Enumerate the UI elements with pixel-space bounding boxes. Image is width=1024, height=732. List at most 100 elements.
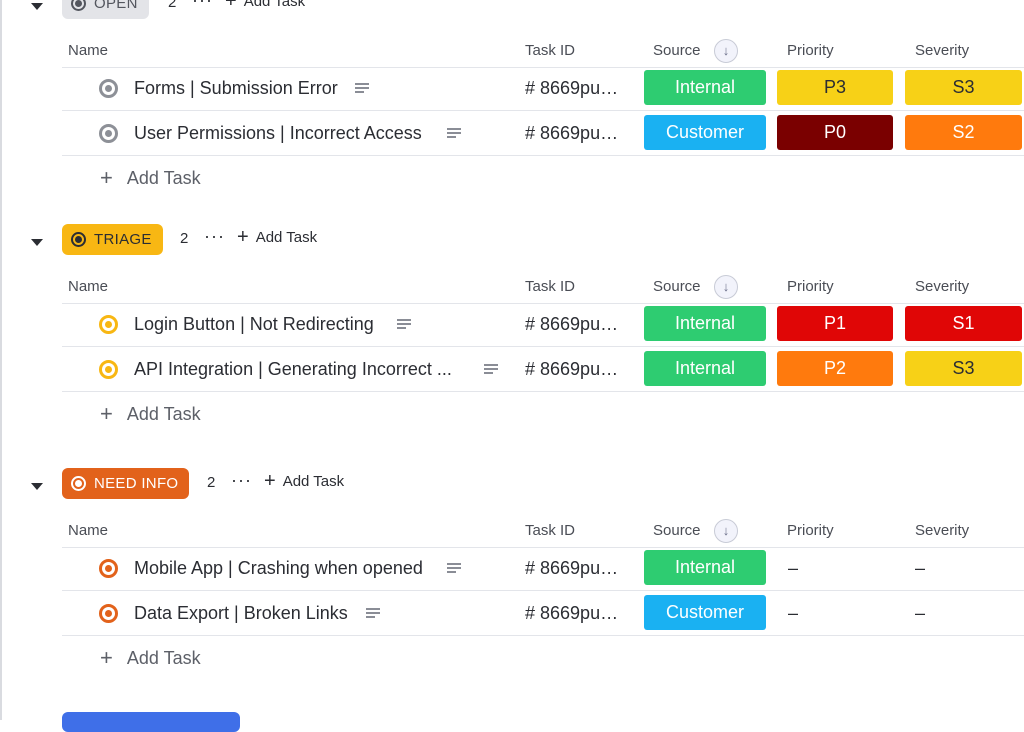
column-name[interactable]: Name <box>68 522 108 539</box>
next-status-pill[interactable] <box>62 712 240 732</box>
task-id[interactable]: # 8669pu… <box>525 359 618 380</box>
task-count: 2 <box>180 230 189 247</box>
column-name[interactable]: Name <box>68 278 108 295</box>
add-task-row[interactable]: + Add Task <box>100 643 201 673</box>
group-header: OPEN 2 ··· + Add Task <box>0 0 1024 28</box>
column-severity[interactable]: Severity <box>915 522 969 539</box>
add-task-label: Add Task <box>255 229 318 246</box>
source-chip[interactable]: Customer <box>644 115 766 150</box>
task-id[interactable]: # 8669pu… <box>525 558 618 579</box>
task-id[interactable]: # 8669pu… <box>525 603 618 624</box>
column-header-row: Name Task ID Source ↓ Priority Severity <box>62 33 1024 68</box>
status-ring-icon <box>71 476 86 491</box>
task-row[interactable]: Mobile App | Crashing when opened # 8669… <box>62 546 1024 591</box>
plus-icon: + <box>237 226 249 248</box>
arrow-down-icon[interactable]: ↓ <box>714 519 738 543</box>
arrow-down-icon[interactable]: ↓ <box>714 39 738 63</box>
column-priority[interactable]: Priority <box>787 522 834 539</box>
task-row[interactable]: User Permissions | Incorrect Access # 86… <box>62 111 1024 156</box>
status-pill[interactable]: OPEN <box>62 0 149 19</box>
status-circle-icon[interactable] <box>99 559 118 578</box>
column-source[interactable]: Source <box>653 522 701 539</box>
more-dots-icon[interactable]: ··· <box>231 470 252 491</box>
task-name[interactable]: Data Export | Broken Links <box>134 603 348 624</box>
source-chip[interactable]: Customer <box>644 595 766 630</box>
column-priority[interactable]: Priority <box>787 42 834 59</box>
task-id[interactable]: # 8669pu… <box>525 123 618 144</box>
add-task-label: Add Task <box>126 647 201 668</box>
column-task-id[interactable]: Task ID <box>525 278 575 295</box>
left-border <box>0 0 2 720</box>
description-lines-icon[interactable] <box>447 128 461 138</box>
add-task-button[interactable]: + Add Task <box>264 470 344 492</box>
task-name[interactable]: Login Button | Not Redirecting <box>134 314 374 335</box>
column-source[interactable]: Source <box>653 278 701 295</box>
status-ring-icon <box>71 0 86 11</box>
status-circle-icon[interactable] <box>99 315 118 334</box>
task-name[interactable]: Mobile App | Crashing when opened <box>134 558 423 579</box>
task-name[interactable]: User Permissions | Incorrect Access <box>134 123 422 144</box>
caret-down-icon[interactable] <box>31 483 43 490</box>
task-count: 2 <box>207 474 216 491</box>
task-row[interactable]: Data Export | Broken Links # 8669pu… Cus… <box>62 591 1024 636</box>
severity-chip[interactable]: S3 <box>905 351 1022 386</box>
task-row[interactable]: Login Button | Not Redirecting # 8669pu…… <box>62 302 1024 347</box>
severity-chip[interactable]: S2 <box>905 115 1022 150</box>
column-task-id[interactable]: Task ID <box>525 522 575 539</box>
task-row[interactable]: API Integration | Generating Incorrect .… <box>62 347 1024 392</box>
source-chip[interactable]: Internal <box>644 70 766 105</box>
column-name[interactable]: Name <box>68 42 108 59</box>
status-circle-icon[interactable] <box>99 124 118 143</box>
column-priority[interactable]: Priority <box>787 278 834 295</box>
column-severity[interactable]: Severity <box>915 42 969 59</box>
add-task-row[interactable]: + Add Task <box>100 399 201 429</box>
add-task-label: Add Task <box>126 403 201 424</box>
plus-icon: + <box>100 645 113 670</box>
description-lines-icon[interactable] <box>355 83 369 93</box>
caret-down-icon[interactable] <box>31 3 43 10</box>
priority-chip[interactable]: P1 <box>777 306 893 341</box>
column-task-id[interactable]: Task ID <box>525 42 575 59</box>
source-chip[interactable]: Internal <box>644 306 766 341</box>
task-id[interactable]: # 8669pu… <box>525 78 618 99</box>
severity-empty[interactable]: – <box>915 558 925 579</box>
priority-chip[interactable]: P2 <box>777 351 893 386</box>
source-chip[interactable]: Internal <box>644 351 766 386</box>
source-chip[interactable]: Internal <box>644 550 766 585</box>
caret-down-icon[interactable] <box>31 239 43 246</box>
column-source[interactable]: Source <box>653 42 701 59</box>
status-circle-icon[interactable] <box>99 604 118 623</box>
plus-icon: + <box>264 470 276 492</box>
task-id[interactable]: # 8669pu… <box>525 314 618 335</box>
add-task-button[interactable]: + Add Task <box>237 226 318 248</box>
task-name[interactable]: Forms | Submission Error <box>134 78 338 99</box>
severity-chip[interactable]: S1 <box>905 306 1022 341</box>
description-lines-icon[interactable] <box>366 608 380 618</box>
add-task-label: Add Task <box>126 167 201 188</box>
status-circle-icon[interactable] <box>99 360 118 379</box>
add-task-button[interactable]: + Add Task <box>225 0 305 11</box>
task-row[interactable]: Forms | Submission Error # 8669pu… Inter… <box>62 66 1024 111</box>
priority-chip[interactable]: P0 <box>777 115 893 150</box>
description-lines-icon[interactable] <box>484 364 498 374</box>
status-label: OPEN <box>94 0 138 12</box>
description-lines-icon[interactable] <box>397 319 411 329</box>
status-label: NEED INFO <box>94 475 179 492</box>
priority-empty[interactable]: – <box>788 603 798 624</box>
status-pill[interactable]: TRIAGE <box>62 224 163 255</box>
more-dots-icon[interactable]: ··· <box>204 226 225 247</box>
status-circle-icon[interactable] <box>99 79 118 98</box>
column-header-row: Name Task ID Source ↓ Priority Severity <box>62 269 1024 304</box>
status-pill[interactable]: NEED INFO <box>62 468 190 499</box>
more-dots-icon[interactable]: ··· <box>192 0 213 11</box>
priority-empty[interactable]: – <box>788 558 798 579</box>
severity-chip[interactable]: S3 <box>905 70 1022 105</box>
priority-chip[interactable]: P3 <box>777 70 893 105</box>
plus-icon: + <box>100 401 113 426</box>
description-lines-icon[interactable] <box>447 563 461 573</box>
add-task-row[interactable]: + Add Task <box>100 163 201 193</box>
column-severity[interactable]: Severity <box>915 278 969 295</box>
arrow-down-icon[interactable]: ↓ <box>714 275 738 299</box>
task-name[interactable]: API Integration | Generating Incorrect .… <box>134 359 452 380</box>
severity-empty[interactable]: – <box>915 603 925 624</box>
